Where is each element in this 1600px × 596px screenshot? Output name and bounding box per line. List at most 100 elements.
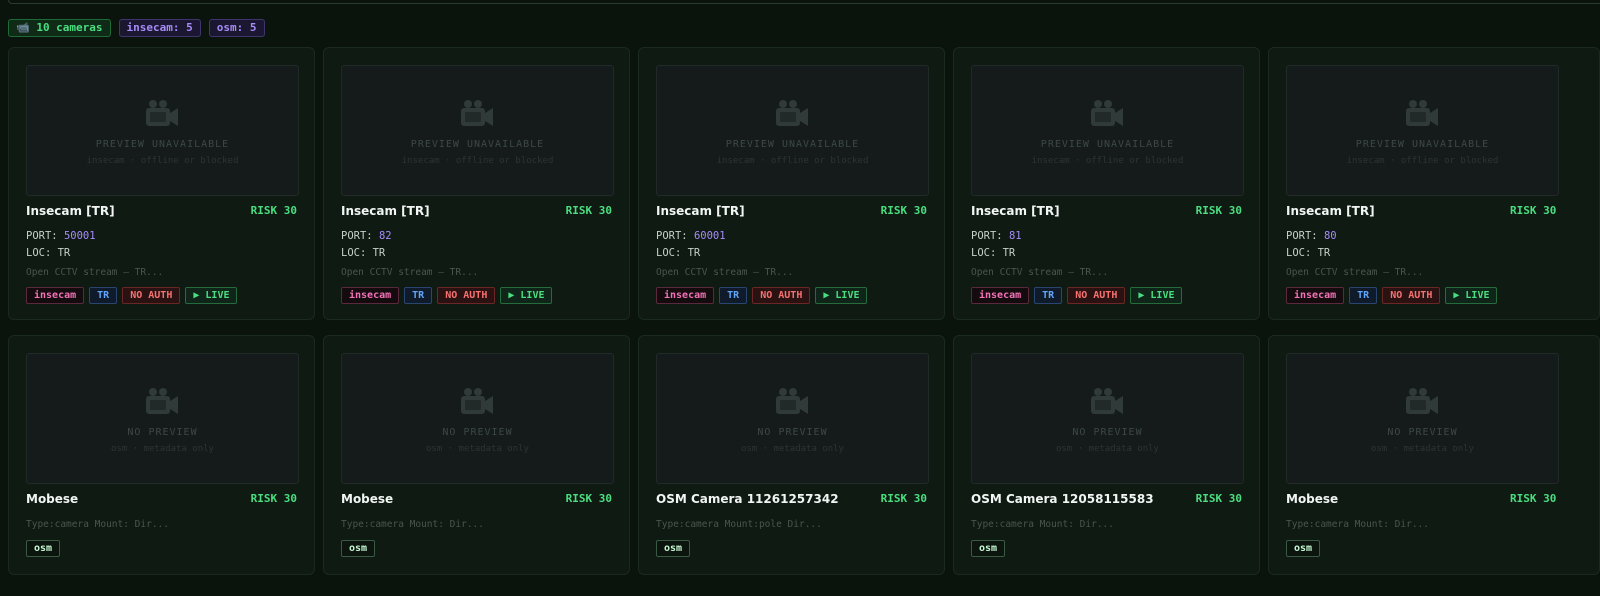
preview-title: NO PREVIEW <box>127 427 198 438</box>
camera-description: Open CCTV stream — TR... <box>1286 267 1424 278</box>
live-button[interactable]: ▶ LIVE <box>500 287 553 304</box>
camera-preview[interactable]: NO PREVIEW osm · metadata only <box>1286 353 1559 484</box>
camera-description: Type:camera Mount:pole Dir... <box>656 519 822 530</box>
source-tag[interactable]: insecam <box>341 287 400 304</box>
preview-subtitle: osm · metadata only <box>1371 444 1474 454</box>
no-auth-tag[interactable]: NO AUTH <box>437 287 496 304</box>
preview-title: PREVIEW UNAVAILABLE <box>725 139 860 150</box>
source-tag[interactable]: insecam <box>971 287 1030 304</box>
location-line: LOC: TR <box>1286 247 1331 259</box>
port-line: PORT: 81 <box>971 230 1022 242</box>
risk-score: RISK 30 <box>880 492 927 505</box>
preview-title: NO PREVIEW <box>1387 427 1458 438</box>
video-camera-icon <box>144 99 180 129</box>
no-auth-tag[interactable]: NO AUTH <box>122 287 181 304</box>
live-button[interactable]: ▶ LIVE <box>1445 287 1498 304</box>
country-tag[interactable]: TR <box>1034 287 1063 304</box>
tag-list: insecam TR NO AUTH ▶ LIVE <box>341 287 553 304</box>
risk-score: RISK 30 <box>565 204 612 217</box>
camera-card[interactable]: NO PREVIEW osm · metadata only Mobese RI… <box>1268 335 1600 575</box>
port-value: 50001 <box>63 230 96 242</box>
camera-preview[interactable]: NO PREVIEW osm · metadata only <box>656 353 929 484</box>
port-value: 80 <box>1323 230 1337 242</box>
camera-card[interactable]: PREVIEW UNAVAILABLE insecam · offline or… <box>1268 47 1600 320</box>
location-line: LOC: TR <box>656 247 701 259</box>
risk-score: RISK 30 <box>1195 492 1242 505</box>
video-camera-icon <box>459 387 495 417</box>
preview-subtitle: insecam · offline or blocked <box>716 156 869 166</box>
camera-card[interactable]: PREVIEW UNAVAILABLE insecam · offline or… <box>8 47 315 320</box>
camera-card[interactable]: PREVIEW UNAVAILABLE insecam · offline or… <box>638 47 945 320</box>
camera-preview[interactable]: PREVIEW UNAVAILABLE insecam · offline or… <box>341 65 614 196</box>
camera-description: Open CCTV stream — TR... <box>341 267 479 278</box>
source-tag[interactable]: osm <box>341 540 376 557</box>
camera-title: Insecam [TR] <box>656 204 745 218</box>
camera-preview[interactable]: NO PREVIEW osm · metadata only <box>341 353 614 484</box>
preview-title: NO PREVIEW <box>757 427 828 438</box>
camera-card[interactable]: PREVIEW UNAVAILABLE insecam · offline or… <box>323 47 630 320</box>
live-button[interactable]: ▶ LIVE <box>185 287 238 304</box>
live-button[interactable]: ▶ LIVE <box>1130 287 1183 304</box>
search-bar-edge <box>8 0 1600 4</box>
preview-subtitle: osm · metadata only <box>111 444 214 454</box>
source-tag[interactable]: osm <box>26 540 61 557</box>
no-auth-tag[interactable]: NO AUTH <box>752 287 811 304</box>
source-tag[interactable]: insecam <box>26 287 85 304</box>
risk-score: RISK 30 <box>250 492 297 505</box>
camera-card[interactable]: PREVIEW UNAVAILABLE insecam · offline or… <box>953 47 1260 320</box>
video-camera-icon <box>1089 99 1125 129</box>
camera-card[interactable]: NO PREVIEW osm · metadata only Mobese RI… <box>323 335 630 575</box>
port-value: 60001 <box>693 230 726 242</box>
camera-title: Insecam [TR] <box>1286 204 1375 218</box>
camera-count-badge: 📹 10 cameras <box>8 19 111 37</box>
summary-bar: 📹 10 cameras insecam: 5 osm: 5 <box>8 19 265 37</box>
camera-card[interactable]: NO PREVIEW osm · metadata only OSM Camer… <box>953 335 1260 575</box>
tag-list: osm <box>1286 540 1321 557</box>
camera-card[interactable]: NO PREVIEW osm · metadata only OSM Camer… <box>638 335 945 575</box>
port-label: PORT: <box>971 230 1003 242</box>
live-button[interactable]: ▶ LIVE <box>815 287 868 304</box>
country-tag[interactable]: TR <box>719 287 748 304</box>
camera-card[interactable]: NO PREVIEW osm · metadata only Mobese RI… <box>8 335 315 575</box>
video-camera-icon <box>1404 99 1440 129</box>
preview-title: PREVIEW UNAVAILABLE <box>1355 139 1490 150</box>
preview-subtitle: osm · metadata only <box>426 444 529 454</box>
port-value: 82 <box>378 230 392 242</box>
no-auth-tag[interactable]: NO AUTH <box>1382 287 1441 304</box>
preview-subtitle: osm · metadata only <box>741 444 844 454</box>
country-tag[interactable]: TR <box>1349 287 1378 304</box>
source-tag[interactable]: osm <box>656 540 691 557</box>
camera-title: Insecam [TR] <box>971 204 1060 218</box>
location-line: LOC: TR <box>971 247 1016 259</box>
risk-score: RISK 30 <box>250 204 297 217</box>
source-tag[interactable]: osm <box>971 540 1006 557</box>
tag-list: insecam TR NO AUTH ▶ LIVE <box>1286 287 1498 304</box>
video-camera-icon <box>774 99 810 129</box>
camera-title: OSM Camera 12058115583 <box>971 492 1154 506</box>
insecam-count-badge[interactable]: insecam: 5 <box>118 19 201 37</box>
camera-title: OSM Camera 11261257342 <box>656 492 839 506</box>
preview-title: PREVIEW UNAVAILABLE <box>1040 139 1175 150</box>
country-tag[interactable]: TR <box>404 287 433 304</box>
video-camera-icon <box>774 387 810 417</box>
camera-preview[interactable]: NO PREVIEW osm · metadata only <box>26 353 299 484</box>
camera-preview[interactable]: PREVIEW UNAVAILABLE insecam · offline or… <box>26 65 299 196</box>
camera-description: Type:camera Mount: Dir... <box>971 519 1114 530</box>
preview-subtitle: osm · metadata only <box>1056 444 1159 454</box>
camera-preview[interactable]: PREVIEW UNAVAILABLE insecam · offline or… <box>1286 65 1559 196</box>
camera-description: Type:camera Mount: Dir... <box>341 519 484 530</box>
camera-preview[interactable]: PREVIEW UNAVAILABLE insecam · offline or… <box>656 65 929 196</box>
camera-preview[interactable]: NO PREVIEW osm · metadata only <box>971 353 1244 484</box>
risk-score: RISK 30 <box>565 492 612 505</box>
camera-preview[interactable]: PREVIEW UNAVAILABLE insecam · offline or… <box>971 65 1244 196</box>
camera-description: Type:camera Mount: Dir... <box>26 519 169 530</box>
source-tag[interactable]: insecam <box>656 287 715 304</box>
location-line: LOC: TR <box>26 247 71 259</box>
no-auth-tag[interactable]: NO AUTH <box>1067 287 1126 304</box>
osm-count-badge[interactable]: osm: 5 <box>208 19 265 37</box>
source-tag[interactable]: insecam <box>1286 287 1345 304</box>
source-tag[interactable]: osm <box>1286 540 1321 557</box>
risk-score: RISK 30 <box>880 204 927 217</box>
port-line: PORT: 50001 <box>26 230 96 242</box>
country-tag[interactable]: TR <box>89 287 118 304</box>
